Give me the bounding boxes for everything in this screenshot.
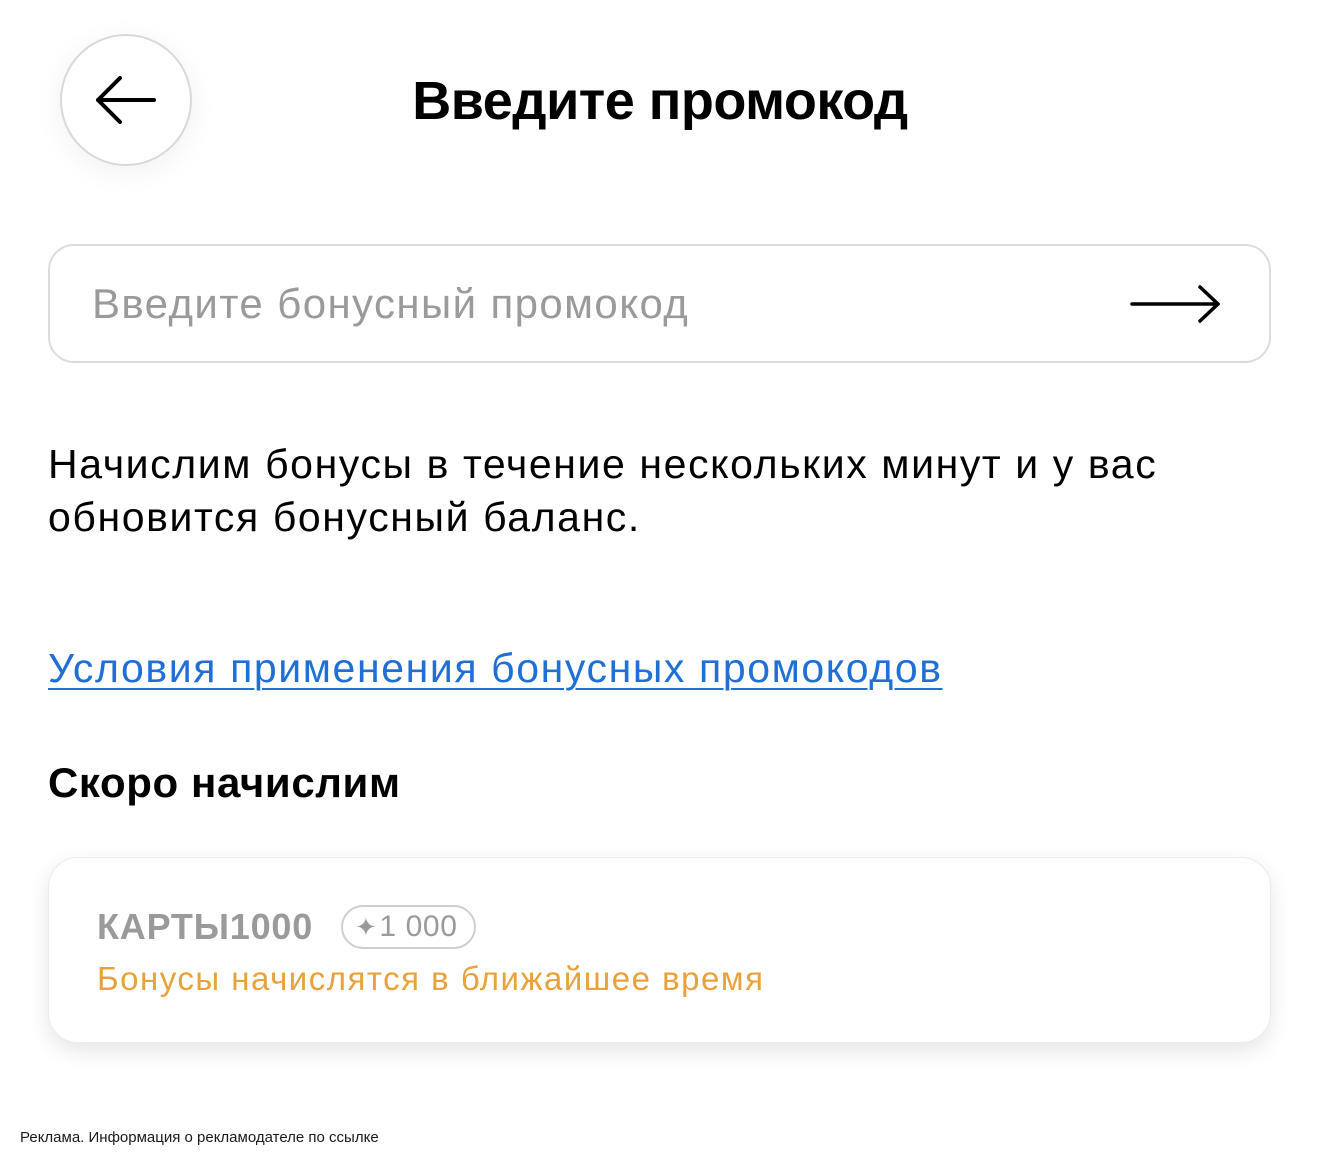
pending-promo-row: КАРТЫ1000 ✦ 1 000 xyxy=(97,902,1270,952)
submit-promo-button[interactable] xyxy=(1121,246,1231,361)
page-title: Введите промокод xyxy=(412,71,908,131)
pending-section-heading: Скоро начислим xyxy=(48,759,401,806)
promo-code-screen: Введите промокод Начислим бонусы в течен… xyxy=(0,0,1320,1161)
bonus-info-text: Начислим бонусы в течение нескольких мин… xyxy=(48,441,1158,540)
pending-promo-card: КАРТЫ1000 ✦ 1 000 Бонусы начислятся в бл… xyxy=(48,857,1271,1043)
pending-promo-code: КАРТЫ1000 xyxy=(97,906,314,947)
promo-code-input[interactable] xyxy=(50,246,1121,361)
bonus-amount-badge: ✦ 1 000 xyxy=(341,905,476,949)
promo-code-field xyxy=(48,244,1271,363)
sparkle-icon: ✦ xyxy=(355,911,378,942)
bonus-amount: 1 000 xyxy=(379,910,458,943)
ad-disclaimer[interactable]: Реклама. Информация о рекламодателе по с… xyxy=(20,1128,379,1148)
arrow-right-icon xyxy=(1130,284,1220,323)
pending-status-text: Бонусы начислятся в ближайшее время xyxy=(97,960,765,997)
promo-terms-link[interactable]: Условия применения бонусных промокодов xyxy=(48,640,943,696)
